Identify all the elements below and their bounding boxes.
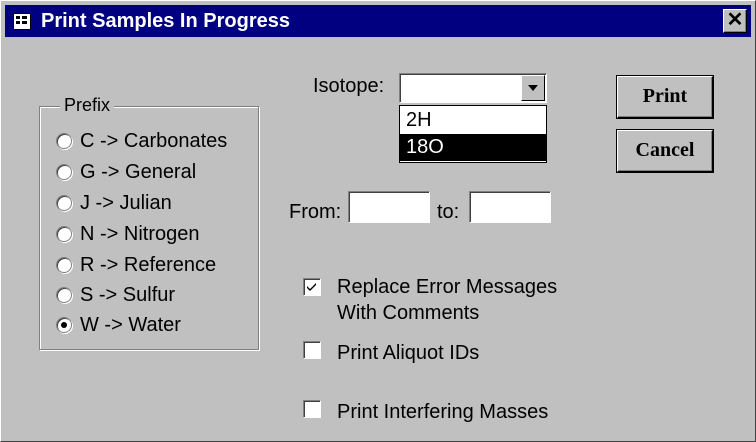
radio-button[interactable]	[56, 226, 72, 242]
isotope-option-2h[interactable]: 2H	[400, 107, 546, 134]
to-label: to:	[437, 201, 460, 223]
radio-label: W -> Water	[80, 314, 181, 336]
radio-button[interactable]	[56, 257, 72, 273]
radio-button[interactable]	[56, 164, 72, 180]
from-label: From:	[289, 201, 342, 223]
cancel-button[interactable]: Cancel	[617, 130, 713, 172]
radio-label: R -> Reference	[80, 254, 217, 276]
replace-errors-label-line1: Replace Error Messages	[337, 276, 558, 298]
isotope-combobox[interactable]	[399, 73, 547, 103]
close-button[interactable]: ✕	[723, 9, 747, 33]
checkmark-icon	[307, 283, 316, 291]
print-button[interactable]: Print	[617, 76, 713, 118]
aliquot-ids-checkbox[interactable]	[303, 341, 321, 359]
chevron-down-icon	[528, 85, 538, 91]
isotope-option-18o[interactable]: 18O	[400, 134, 546, 161]
print-samples-dialog: Print Samples In Progress ✕ Prefix C -> …	[0, 0, 756, 442]
interfering-masses-label: Print Interfering Masses	[337, 401, 549, 423]
radio-label: S -> Sulfur	[80, 284, 176, 306]
replace-errors-label-line2: With Comments	[337, 302, 480, 324]
radio-button[interactable]	[56, 195, 72, 211]
prefix-groupbox: Prefix C -> Carbonates G -> General J ->…	[39, 93, 259, 350]
replace-errors-checkbox[interactable]	[303, 278, 321, 296]
radio-label: G -> General	[80, 161, 197, 183]
form-icon	[13, 13, 31, 30]
interfering-masses-checkbox[interactable]	[303, 400, 321, 418]
radio-button[interactable]	[56, 133, 72, 149]
aliquot-ids-label: Print Aliquot IDs	[337, 342, 480, 364]
window-title: Print Samples In Progress	[41, 10, 290, 32]
radio-button-selected[interactable]	[56, 317, 72, 333]
isotope-dropdown-list: 2H 18O	[399, 105, 547, 163]
title-bar[interactable]: Print Samples In Progress ✕	[5, 5, 751, 37]
isotope-label: Isotope:	[313, 75, 385, 97]
radio-selected-dot	[61, 322, 67, 328]
radio-label: J -> Julian	[80, 192, 172, 214]
radio-label: N -> Nitrogen	[80, 223, 200, 245]
from-input[interactable]	[348, 191, 430, 223]
radio-button[interactable]	[56, 287, 72, 303]
radio-label: C -> Carbonates	[80, 130, 228, 152]
close-icon: ✕	[726, 9, 744, 31]
prefix-group-label: Prefix	[60, 93, 115, 117]
to-input[interactable]	[469, 191, 551, 223]
isotope-dropdown-button[interactable]	[521, 75, 545, 101]
